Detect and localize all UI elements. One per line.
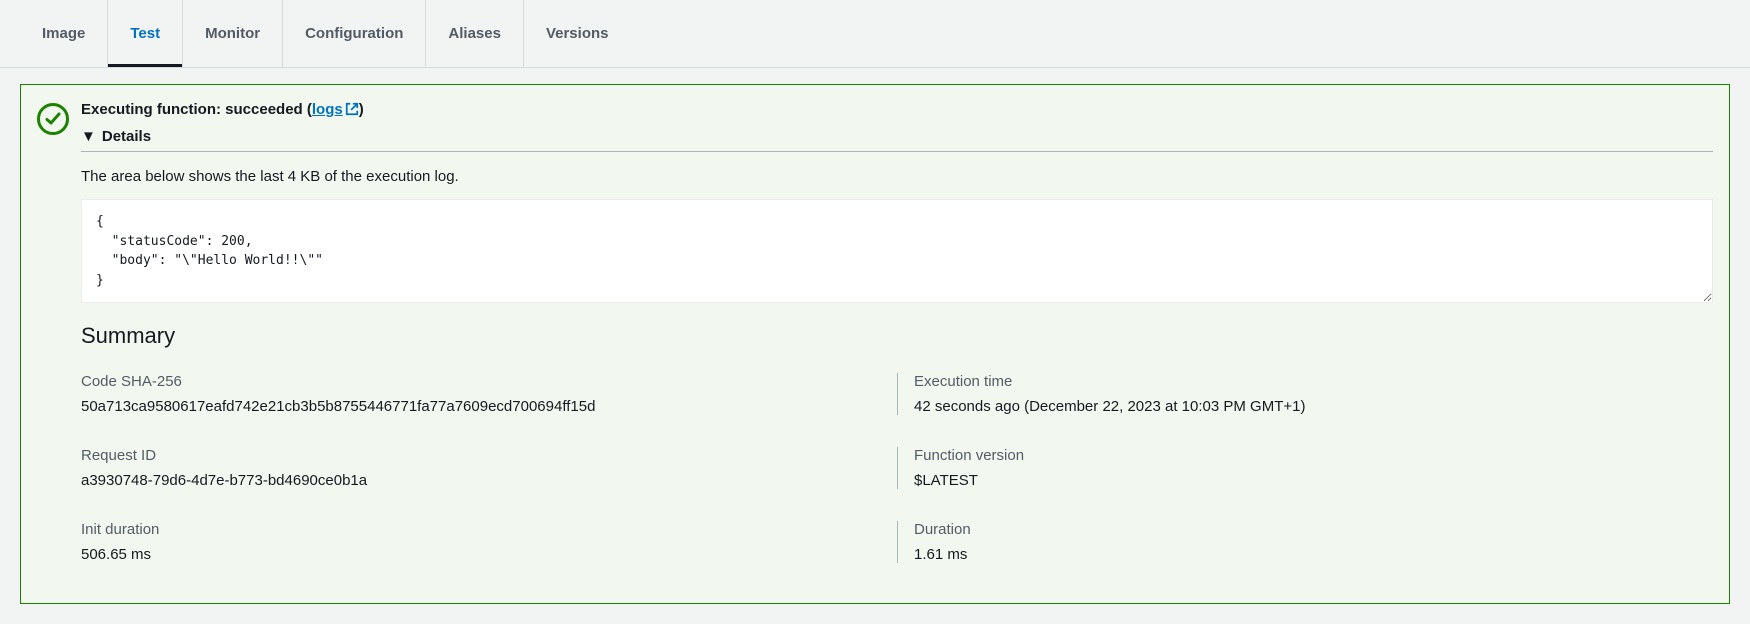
tab-test[interactable]: Test bbox=[107, 0, 182, 67]
external-link-icon bbox=[345, 102, 359, 120]
tab-image[interactable]: Image bbox=[20, 0, 107, 67]
field-request-id: Request ID a3930748-79d6-4d7e-b773-bd469… bbox=[81, 447, 897, 489]
request-id-value: a3930748-79d6-4d7e-b773-bd4690ce0b1a bbox=[81, 472, 873, 489]
code-sha-value: 50a713ca9580617eafd742e21cb3b5b875544677… bbox=[81, 398, 873, 415]
code-sha-label: Code SHA-256 bbox=[81, 373, 873, 390]
caret-down-icon: ▼ bbox=[81, 128, 96, 145]
duration-value: 1.61 ms bbox=[914, 546, 1689, 563]
log-hint: The area below shows the last 4 KB of th… bbox=[81, 168, 1713, 185]
duration-label: Duration bbox=[914, 521, 1689, 538]
logs-link-label: logs bbox=[312, 101, 343, 118]
tab-configuration[interactable]: Configuration bbox=[282, 0, 425, 67]
tab-aliases[interactable]: Aliases bbox=[425, 0, 523, 67]
tab-bar: Image Test Monitor Configuration Aliases… bbox=[0, 0, 1750, 68]
field-duration: Duration 1.61 ms bbox=[897, 521, 1713, 563]
success-icon bbox=[37, 103, 69, 135]
field-init-duration: Init duration 506.65 ms bbox=[81, 521, 897, 563]
logs-link[interactable]: logs bbox=[312, 101, 359, 118]
field-code-sha: Code SHA-256 50a713ca9580617eafd742e21cb… bbox=[81, 373, 897, 415]
tab-versions[interactable]: Versions bbox=[523, 0, 631, 67]
result-title: Executing function: succeeded (logs) bbox=[81, 101, 1713, 120]
exec-time-value: 42 seconds ago (December 22, 2023 at 10:… bbox=[914, 398, 1689, 415]
execution-result-panel: Executing function: succeeded (logs) ▼ D… bbox=[20, 84, 1730, 604]
result-title-prefix: Executing function: succeeded ( bbox=[81, 101, 312, 118]
field-function-version: Function version $LATEST bbox=[897, 447, 1713, 489]
init-duration-value: 506.65 ms bbox=[81, 546, 873, 563]
exec-time-label: Execution time bbox=[914, 373, 1689, 390]
tab-monitor[interactable]: Monitor bbox=[182, 0, 282, 67]
init-duration-label: Init duration bbox=[81, 521, 873, 538]
divider bbox=[81, 151, 1713, 152]
request-id-label: Request ID bbox=[81, 447, 873, 464]
result-title-suffix: ) bbox=[359, 101, 364, 118]
func-version-value: $LATEST bbox=[914, 472, 1689, 489]
field-execution-time: Execution time 42 seconds ago (December … bbox=[897, 373, 1713, 415]
details-label: Details bbox=[102, 128, 151, 145]
summary-heading: Summary bbox=[81, 323, 1713, 349]
func-version-label: Function version bbox=[914, 447, 1689, 464]
log-output[interactable]: { "statusCode": 200, "body": "\"Hello Wo… bbox=[81, 199, 1713, 303]
summary-grid: Code SHA-256 50a713ca9580617eafd742e21cb… bbox=[81, 373, 1713, 563]
details-toggle[interactable]: ▼ Details bbox=[81, 128, 1713, 145]
